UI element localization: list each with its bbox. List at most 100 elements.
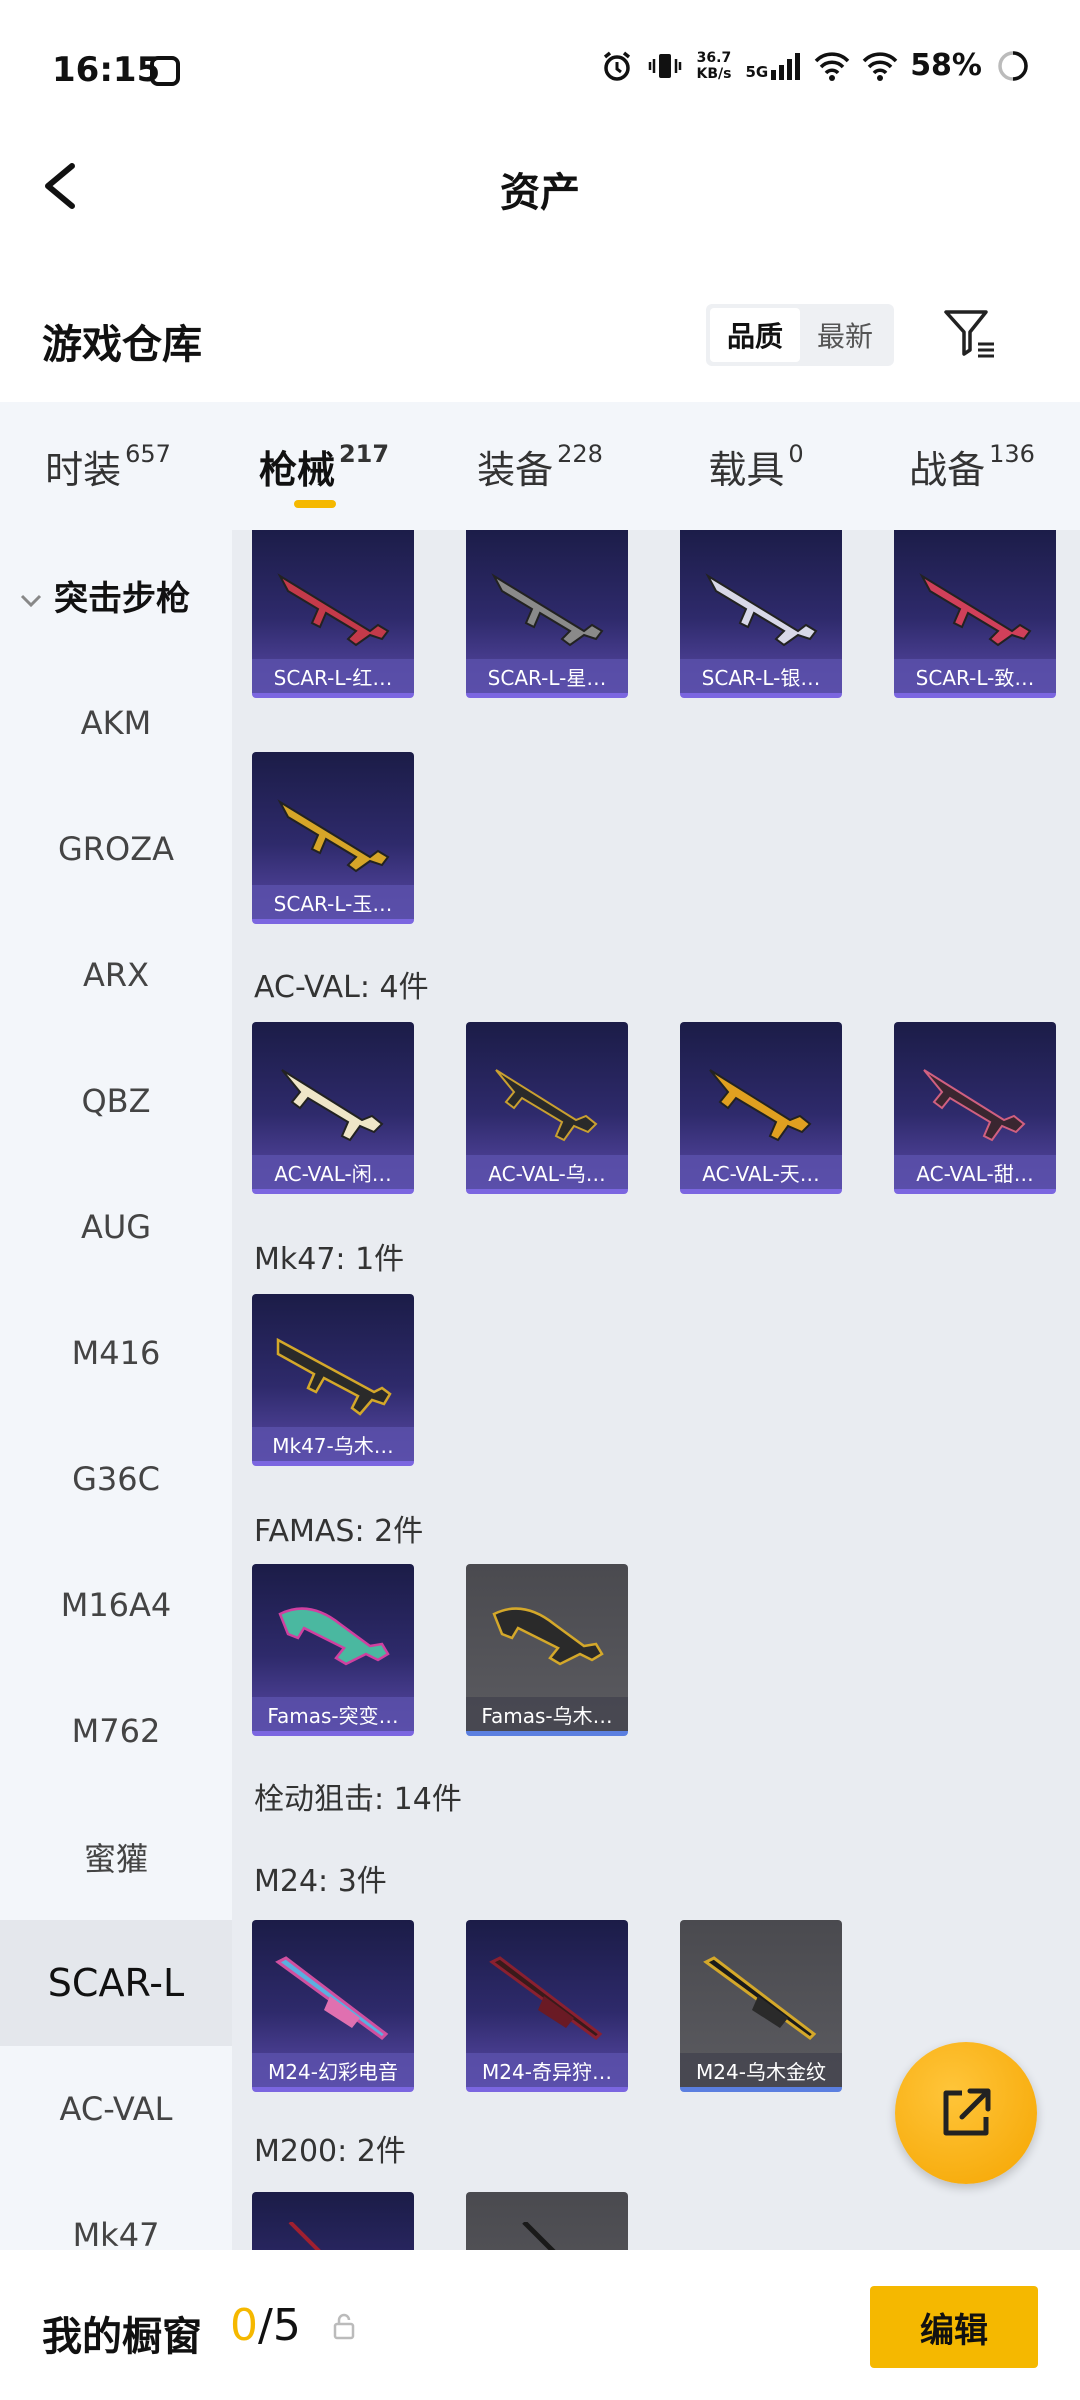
- weapon-skin-list: SCAR-L-红… SCAR-L-星… SCAR-L-银… SCAR-L-致… …: [232, 530, 1080, 2250]
- skin-card[interactable]: M24-奇异狩…: [466, 1920, 628, 2092]
- lock-icon: [332, 2312, 356, 2340]
- network-type: 5G: [745, 62, 769, 81]
- rifle-icon: [709, 1069, 812, 1142]
- skin-card[interactable]: SCAR-L-玉…: [252, 752, 414, 924]
- skin-card[interactable]: Famas-突变…: [252, 1564, 414, 1736]
- section-title-ac-val: AC-VAL: 4件: [254, 970, 429, 1005]
- rifle-icon: [495, 1069, 598, 1142]
- tab-label: 载具: [708, 447, 785, 492]
- sidebar-item-honey-badger[interactable]: 蜜獾: [0, 1794, 232, 1920]
- showcase-count: 0/5: [230, 2300, 301, 2351]
- rifle-icon: [277, 799, 390, 873]
- skin-card[interactable]: Famas-乌木…: [466, 1564, 628, 1736]
- sidebar-group-label: 突击步枪: [54, 578, 190, 619]
- sidebar-item-akm[interactable]: AKM: [0, 660, 232, 786]
- sort-quality-option[interactable]: 品质: [710, 308, 800, 362]
- app-notification-icon: [150, 56, 180, 86]
- sidebar-item-mk47[interactable]: Mk47: [0, 2172, 232, 2250]
- sidebar-item-aug[interactable]: AUG: [0, 1164, 232, 1290]
- tab-label: 装备: [477, 447, 554, 492]
- weapon-sidebar: 突击步枪 AKM GROZA ARX QBZ AUG M416 G36C M16…: [0, 530, 232, 2250]
- net-speed-value: 36.7: [696, 49, 732, 66]
- sidebar-item-g36c[interactable]: G36C: [0, 1416, 232, 1542]
- rifle-icon: [492, 1607, 604, 1666]
- showcase-count-total: /5: [258, 2300, 301, 2351]
- ac-val-row: AC-VAL-闲… AC-VAL-乌… AC-VAL-天… AC-VAL-甜…: [252, 1022, 1056, 1194]
- scar-row-2: SCAR-L-玉…: [252, 752, 414, 924]
- net-speed-unit: KB/s: [696, 65, 732, 82]
- net-speed: 36.7 KB/s: [696, 50, 731, 82]
- sidebar-item-arx[interactable]: ARX: [0, 912, 232, 1038]
- sidebar-item-m762[interactable]: M762: [0, 1668, 232, 1794]
- skin-card[interactable]: AC-VAL-天…: [680, 1022, 842, 1194]
- skin-card[interactable]: [252, 2192, 414, 2250]
- m24-row: M24-幻彩电音 M24-奇异狩… M24-乌木金纹: [252, 1920, 842, 2092]
- skin-card[interactable]: SCAR-L-星…: [466, 530, 628, 698]
- sidebar-group-assault-rifles[interactable]: 突击步枪: [0, 530, 232, 660]
- filter-button[interactable]: [940, 304, 1000, 364]
- skin-name: AC-VAL-天…: [680, 1155, 842, 1189]
- rifle-icon: [705, 573, 818, 647]
- cell-signal-icon: [771, 52, 801, 80]
- tab-fashion[interactable]: 时装 657: [0, 402, 216, 530]
- skin-name: Famas-突变…: [252, 1697, 414, 1731]
- wifi-call-icon: [814, 49, 850, 83]
- status-icons: 36.7 KB/s 5G 58%: [600, 48, 1030, 83]
- sniper-rifle-icon: [522, 2222, 556, 2250]
- tab-count: 0: [788, 440, 804, 468]
- skin-name: AC-VAL-闲…: [252, 1155, 414, 1189]
- sidebar-item-qbz[interactable]: QBZ: [0, 1038, 232, 1164]
- sidebar-item-scar-l[interactable]: SCAR-L: [0, 1920, 232, 2046]
- showcase-count-value: 0: [230, 2300, 258, 2351]
- edit-button[interactable]: 编辑: [870, 2286, 1038, 2368]
- wifi-icon: [862, 49, 898, 83]
- cell-signal: 5G: [745, 52, 801, 81]
- skin-name: SCAR-L-星…: [466, 659, 628, 693]
- status-time: 16:15: [52, 50, 161, 90]
- skin-card[interactable]: [466, 2192, 628, 2250]
- tab-supplies[interactable]: 战备 136: [864, 402, 1080, 530]
- category-tabs: 时装 657 枪械 217 装备 228 载具 0 战备 136: [0, 402, 1080, 530]
- showcase-bar: 我的橱窗 0/5 编辑: [0, 2250, 1080, 2400]
- tab-label: 时装: [45, 447, 122, 492]
- skin-name: M24-幻彩电音: [252, 2053, 414, 2087]
- skin-name: SCAR-L-致…: [894, 659, 1056, 693]
- share-fab[interactable]: [895, 2042, 1037, 2184]
- rifle-icon: [276, 1337, 392, 1416]
- repository-header: 游戏仓库 品质 最新: [0, 290, 1080, 400]
- rifle-icon: [923, 1069, 1026, 1142]
- skin-card[interactable]: AC-VAL-闲…: [252, 1022, 414, 1194]
- skin-card[interactable]: SCAR-L-致…: [894, 530, 1056, 698]
- sidebar-item-groza[interactable]: GROZA: [0, 786, 232, 912]
- skin-card[interactable]: AC-VAL-乌…: [466, 1022, 628, 1194]
- skin-card[interactable]: Mk47-乌木…: [252, 1294, 414, 1466]
- showcase-label: 我的橱窗: [42, 2314, 202, 2360]
- sidebar-item-m416[interactable]: M416: [0, 1290, 232, 1416]
- skin-name: Mk47-乌木…: [252, 1427, 414, 1461]
- vibrate-icon: [648, 49, 682, 83]
- tab-count: 228: [557, 440, 603, 468]
- active-tab-indicator: [294, 500, 336, 508]
- skin-card[interactable]: M24-乌木金纹: [680, 1920, 842, 2092]
- status-bar: 16:15 36.7 KB/s 5G 58%: [0, 0, 1080, 140]
- sidebar-item-ac-val[interactable]: AC-VAL: [0, 2046, 232, 2172]
- sort-newest-option[interactable]: 最新: [800, 308, 890, 362]
- battery-percent: 58%: [910, 48, 982, 83]
- section-title-bolt-action: 栓动狙击: 14件: [254, 1782, 462, 1817]
- skin-card[interactable]: AC-VAL-甜…: [894, 1022, 1056, 1194]
- battery-icon: [996, 49, 1030, 83]
- skin-card[interactable]: SCAR-L-红…: [252, 530, 414, 698]
- skin-card[interactable]: SCAR-L-银…: [680, 530, 842, 698]
- skin-name: Famas-乌木…: [466, 1697, 628, 1731]
- tab-firearms[interactable]: 枪械 217: [216, 402, 432, 530]
- rifle-icon: [919, 573, 1032, 647]
- external-link-icon: [943, 2088, 991, 2136]
- tab-label: 枪械: [258, 447, 335, 492]
- tab-count: 217: [338, 440, 390, 468]
- chevron-down-icon: [18, 582, 44, 608]
- tab-equipment[interactable]: 装备 228: [432, 402, 648, 530]
- sidebar-item-m16a4[interactable]: M16A4: [0, 1542, 232, 1668]
- skin-card[interactable]: M24-幻彩电音: [252, 1920, 414, 2092]
- tab-vehicles[interactable]: 载具 0: [648, 402, 864, 530]
- skin-name: M24-奇异狩…: [466, 2053, 628, 2087]
